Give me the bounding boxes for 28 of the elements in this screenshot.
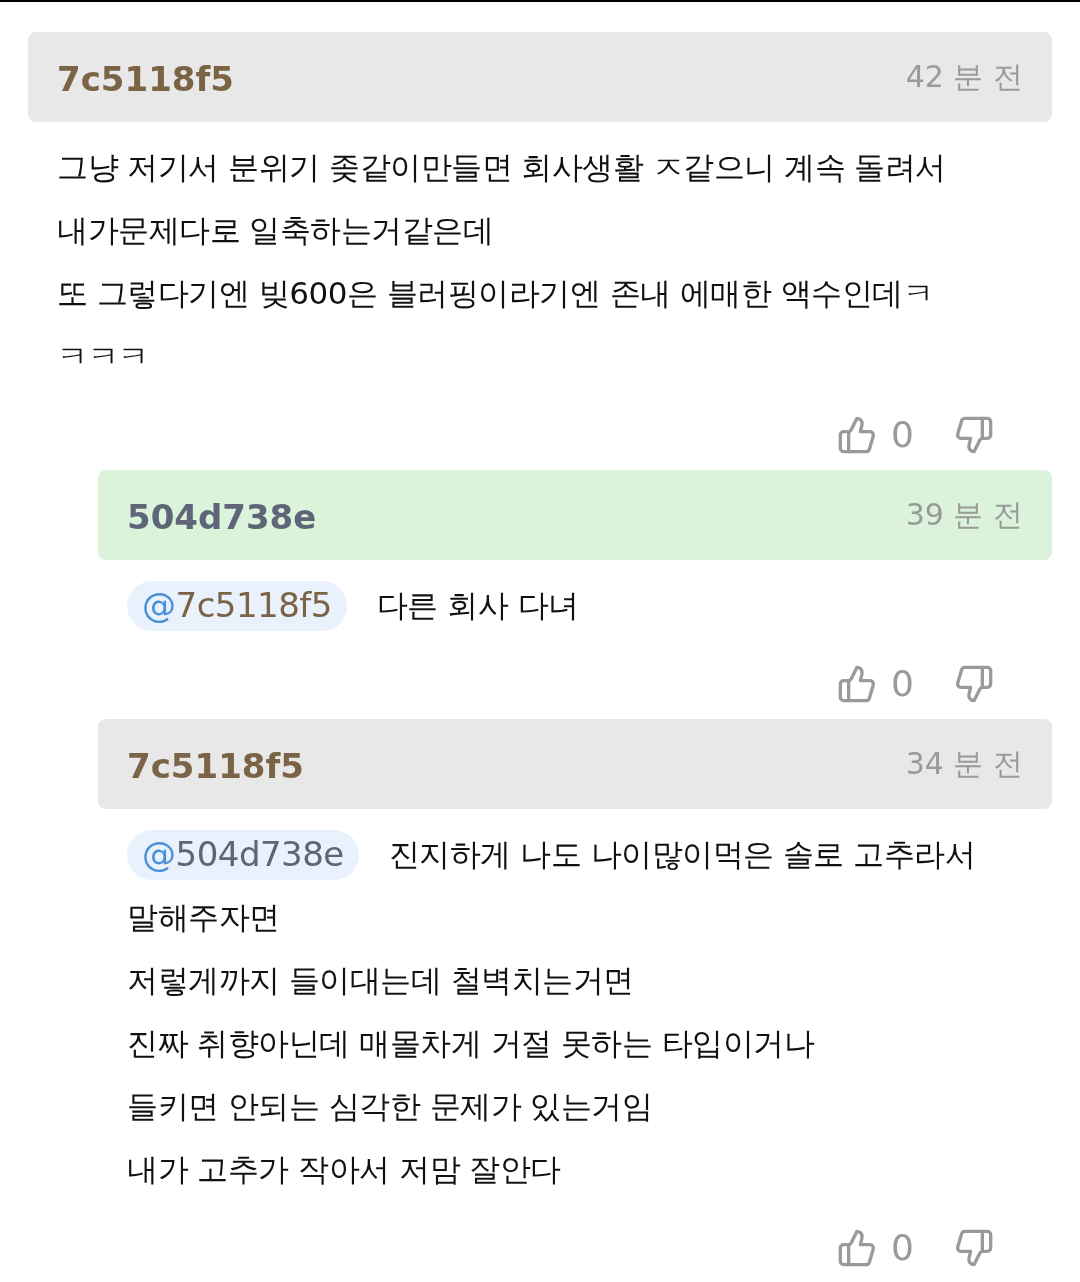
comment-text: 말해주자면 <box>127 898 281 937</box>
comment-author[interactable]: 7c5118f5 <box>127 736 304 792</box>
thumbs-down-icon[interactable] <box>954 664 994 704</box>
comment-text: 들키면 안되는 심각한 문제가 있는거임 <box>127 1087 654 1126</box>
comment-time: 42 분 전 <box>905 58 1023 96</box>
like-count: 0 <box>891 1226 914 1270</box>
comment-text: 또 그렇다기엔 빚600은 블러핑이라기엔 존내 에매한 액수인데ㅋ <box>57 274 935 313</box>
comment-text: ㅋㅋㅋ <box>57 337 150 376</box>
comment-time: 34 분 전 <box>905 745 1023 783</box>
comment-text: 내가 고추가 작아서 저맘 잘안다 <box>127 1150 562 1189</box>
comment-text: 진짜 취향아닌데 매몰차게 거절 못하는 타입이거나 <box>127 1024 816 1063</box>
comment-text: 다른 회사 다녀 <box>376 586 579 625</box>
comment-text: 저렇게까지 들이대는데 철벽치는거면 <box>127 961 635 1000</box>
comment-text: 그냥 저기서 분위기 좆같이만들면 회사생활 ㅈ같으니 계속 돌려서 <box>57 148 947 187</box>
thumbs-up-icon[interactable] <box>837 1228 878 1268</box>
thumbs-down-icon[interactable] <box>954 415 994 455</box>
thumbs-down-icon[interactable] <box>954 1228 994 1268</box>
mention-tag[interactable]: @504d738e <box>127 829 359 880</box>
thumbs-up-icon[interactable] <box>837 664 878 704</box>
comment-text: 진지하게 나도 나이많이먹은 솔로 고추라서 <box>388 835 976 874</box>
like-count: 0 <box>891 413 914 457</box>
comment-text: 내가문제다로 일축하는거같은데 <box>57 211 495 250</box>
comment-author[interactable]: 7c5118f5 <box>57 49 234 105</box>
comment-author[interactable]: 504d738e <box>127 487 317 543</box>
like-count: 0 <box>891 662 914 706</box>
comment-time: 39 분 전 <box>905 496 1023 534</box>
mention-tag[interactable]: @7c5118f5 <box>127 580 347 631</box>
thumbs-up-icon[interactable] <box>837 415 878 455</box>
